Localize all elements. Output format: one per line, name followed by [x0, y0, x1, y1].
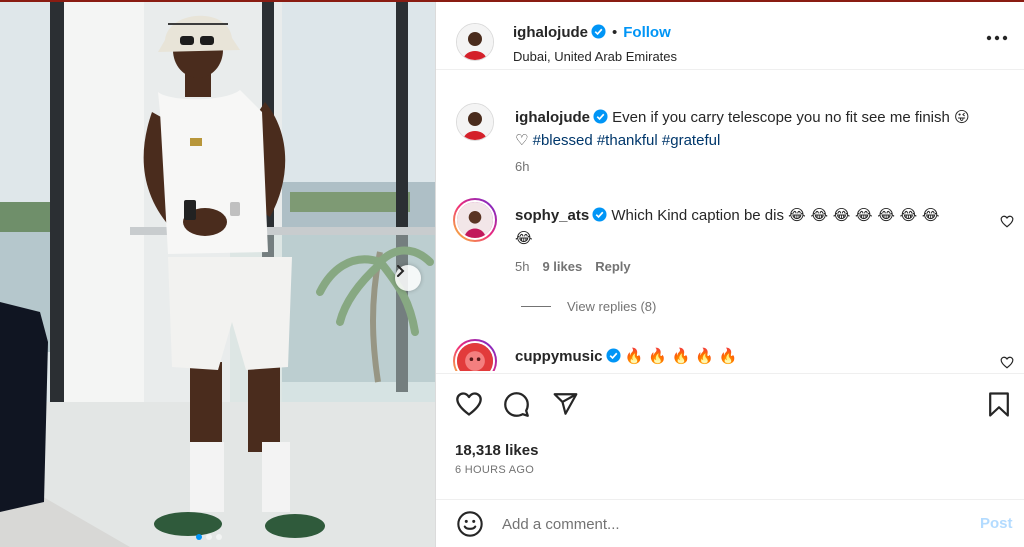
like-count[interactable]: 18,318 likes: [455, 442, 538, 459]
hashtag-grateful[interactable]: #grateful: [662, 132, 720, 149]
comment-avatar-image: [455, 200, 495, 240]
reply-button[interactable]: Reply: [595, 259, 630, 274]
author-avatar[interactable]: [456, 23, 494, 61]
caption-timestamp[interactable]: 6h: [515, 159, 529, 174]
header-title-row: ighalojude • Follow: [513, 24, 671, 41]
follow-button[interactable]: Follow: [623, 24, 671, 41]
comment-emoji-overflow: 😂: [515, 229, 533, 247]
comment-meta: 5h 9 likes Reply: [515, 259, 631, 274]
hashtag-thankful[interactable]: #thankful: [597, 132, 658, 149]
caption-meta: 6h: [515, 159, 529, 174]
comment-cuppy: cuppymusic 🔥 🔥 🔥 🔥 🔥: [515, 345, 985, 368]
heart-icon[interactable]: [455, 391, 483, 417]
caption-text: Even if you carry telescope you no fit s…: [612, 109, 950, 126]
comment-icon[interactable]: [503, 391, 530, 418]
comment-avatar-sophy[interactable]: [453, 198, 497, 242]
comment-like-heart-icon[interactable]: [1000, 215, 1014, 228]
post-header: ighalojude • Follow Dubai, United Arab Emi…: [436, 2, 1024, 70]
author-avatar-image: [457, 24, 493, 60]
verified-badge-icon: [592, 207, 607, 222]
author-username[interactable]: ighalojude: [513, 24, 588, 41]
photo-illustration: [0, 2, 435, 547]
comment-composer: Post: [436, 499, 1024, 547]
hashtag-blessed[interactable]: #blessed: [533, 132, 593, 149]
comment-username[interactable]: cuppymusic: [515, 348, 603, 365]
carousel-dot: [206, 534, 212, 540]
header-bullet: •: [612, 24, 618, 41]
more-options-icon[interactable]: [986, 33, 1008, 43]
post-sidebar: ighalojude • Follow Dubai, United Arab Emi…: [435, 2, 1024, 547]
caption-avatar-image: [457, 104, 493, 140]
view-replies-line: [521, 306, 551, 307]
comment-avatar-image: [455, 341, 495, 371]
comment-sophy: sophy_ats Which Kind caption be dis 😂 😂 …: [515, 204, 985, 250]
comment-avatar-cuppy[interactable]: [453, 339, 497, 371]
comment-text: Which Kind caption be dis: [611, 207, 784, 224]
post-time[interactable]: 6 HOURS AGO: [455, 464, 534, 476]
view-replies-label: View replies (8): [567, 299, 657, 314]
post-caption: ighalojude Even if you carry telescope y…: [515, 106, 985, 152]
comment-timestamp[interactable]: 5h: [515, 259, 529, 274]
carousel-dot-active: [196, 534, 202, 540]
chevron-right-icon: [397, 265, 405, 277]
verified-badge-icon: [606, 348, 621, 363]
comment-emoji: 😂 😂 😂 😂 😂 😂 😂: [788, 206, 940, 224]
comment-like-count[interactable]: 9 likes: [542, 259, 582, 274]
bookmark-icon[interactable]: [988, 391, 1010, 418]
verified-badge-icon: [593, 109, 608, 124]
next-photo-button[interactable]: [395, 265, 421, 291]
comment-emoji: 🔥 🔥 🔥 🔥 🔥: [624, 347, 738, 365]
emoji-smile-icon[interactable]: [456, 510, 484, 538]
post-comment-button[interactable]: Post: [980, 515, 1013, 532]
comment-username[interactable]: sophy_ats: [515, 207, 589, 224]
comment-like-heart-icon[interactable]: [1000, 356, 1014, 369]
post-location[interactable]: Dubai, United Arab Emirates: [513, 49, 677, 64]
comment-input[interactable]: [502, 512, 962, 536]
comments-list[interactable]: ighalojude Even if you carry telescope y…: [436, 71, 1024, 371]
post-photo[interactable]: [0, 2, 435, 547]
view-replies-button[interactable]: View replies (8): [521, 299, 656, 314]
carousel-dot: [216, 534, 222, 540]
carousel-dots: [196, 534, 222, 540]
verified-badge-icon: [591, 24, 606, 39]
send-icon[interactable]: [552, 391, 579, 417]
caption-author-avatar[interactable]: [456, 103, 494, 141]
caption-username[interactable]: ighalojude: [515, 109, 590, 126]
